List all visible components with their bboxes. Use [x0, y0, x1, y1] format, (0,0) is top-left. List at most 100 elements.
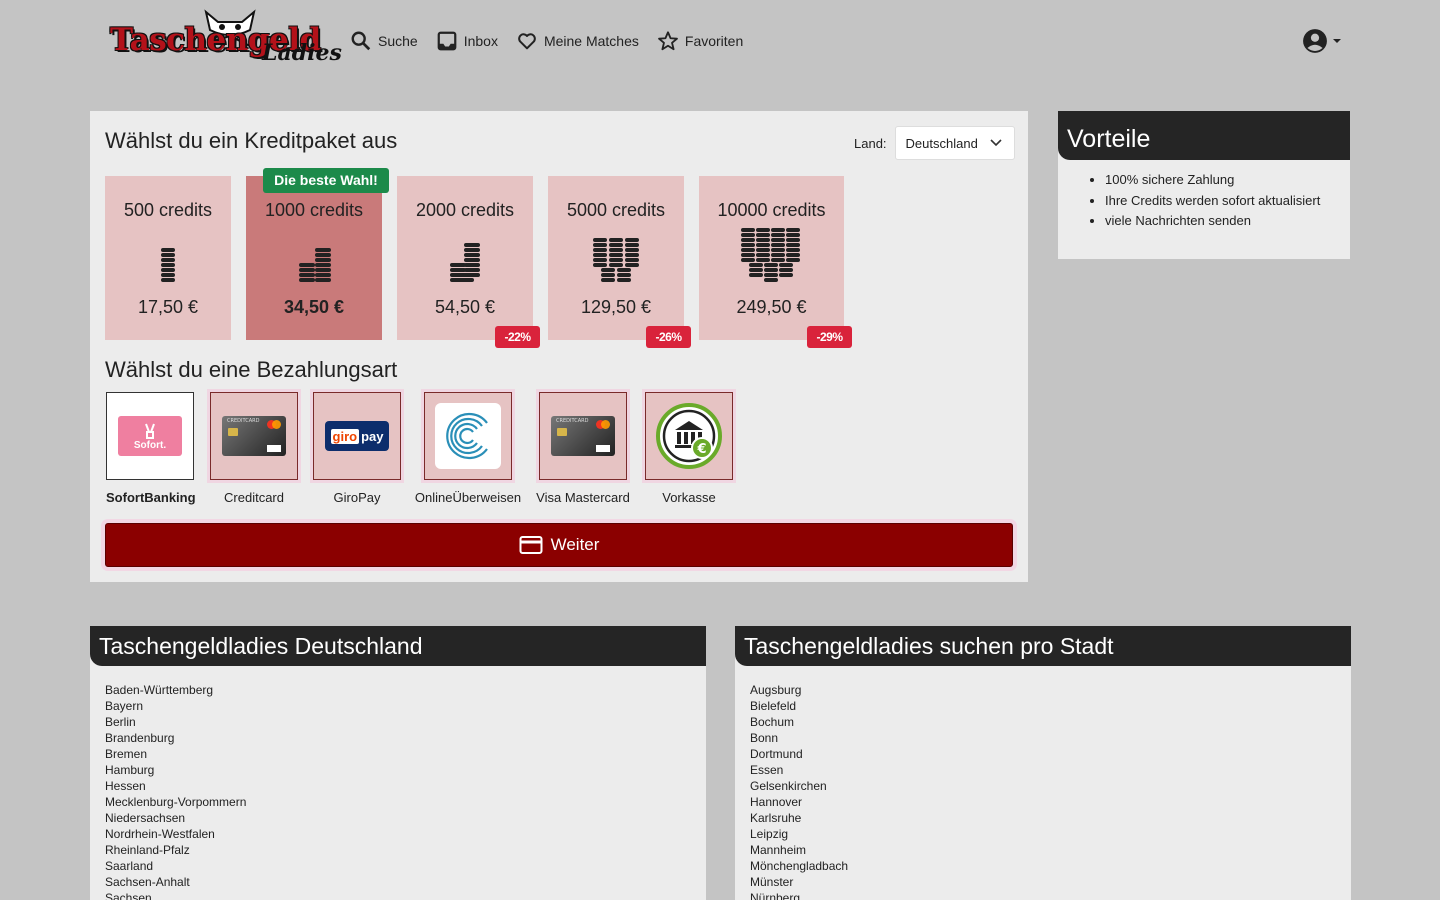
payment-visa-mastercard[interactable]: CREDITCARD	[539, 392, 627, 480]
coin-stack-icon	[450, 243, 480, 282]
city-link[interactable]: Bonn	[750, 730, 1351, 746]
city-link[interactable]: Bochum	[750, 714, 1351, 730]
state-link[interactable]: Berlin	[105, 714, 706, 730]
best-choice-badge: Die beste Wahl!	[263, 168, 389, 193]
city-link[interactable]: Münster	[750, 874, 1351, 890]
benefit-item: viele Nachrichten senden	[1105, 211, 1350, 232]
svg-text:€: €	[696, 442, 706, 457]
header: Taschengeld Ladies Suche Inbox Meine Mat…	[0, 0, 1440, 82]
city-link[interactable]: Gelsenkirchen	[750, 778, 1351, 794]
nav-matches-label: Meine Matches	[543, 33, 639, 49]
payment-label-visa-mastercard: Visa Mastercard	[536, 490, 630, 505]
state-link[interactable]: Mecklenburg-Vorpommern	[105, 794, 706, 810]
state-link[interactable]: Nordrhein-Westfalen	[105, 826, 706, 842]
nav-matches[interactable]: Meine Matches	[516, 28, 639, 54]
payment-label-onlineueberweisen: OnlineÜberweisen	[414, 490, 522, 505]
package-5000[interactable]: 5000 credits 129,50 €	[548, 176, 684, 340]
state-link[interactable]: Bayern	[105, 698, 706, 714]
credit-card-logo: CREDITCARD	[551, 416, 615, 456]
site-logo[interactable]: Taschengeld Ladies	[108, 8, 342, 70]
country-select[interactable]: Deutschland	[894, 126, 1015, 160]
nav-inbox[interactable]: Inbox	[436, 28, 498, 54]
account-menu[interactable]	[1302, 28, 1342, 54]
state-link[interactable]: Rheinland-Pfalz	[105, 842, 706, 858]
city-link[interactable]: Augsburg	[750, 682, 1351, 698]
package-10000[interactable]: 10000 credits 249,50 €	[699, 176, 844, 340]
state-link[interactable]: Sachsen-Anhalt	[105, 874, 706, 890]
payment-label-vorkasse: Vorkasse	[662, 490, 716, 505]
main-nav: Suche Inbox Meine Matches Favoriten	[350, 28, 743, 54]
country-select-value: Deutschland	[905, 135, 978, 151]
state-link[interactable]: Brandenburg	[105, 730, 706, 746]
online-ueberweisen-logo	[435, 403, 501, 469]
giropay-logo-pay: pay	[361, 428, 384, 444]
city-link[interactable]: Hannover	[750, 794, 1351, 810]
continue-button-label: Weiter	[550, 535, 600, 554]
package-500[interactable]: 500 credits 17,50 €	[105, 176, 231, 340]
bank-euro-icon: €	[656, 403, 722, 469]
package-price: 249,50 €	[736, 297, 807, 317]
city-link[interactable]: Karlsruhe	[750, 810, 1351, 826]
continue-button[interactable]: Weiter	[105, 523, 1013, 567]
city-link[interactable]: Bielefeld	[750, 698, 1351, 714]
payment-onlineueberweisen[interactable]	[424, 392, 512, 480]
payment-sofortbanking[interactable]: Sofort.	[106, 392, 194, 480]
package-price: 129,50 €	[580, 297, 652, 317]
state-link[interactable]: Hessen	[105, 778, 706, 794]
package-price: 34,50 €	[283, 297, 345, 317]
giropay-logo: giro pay	[325, 421, 389, 451]
payment-giropay[interactable]: giro pay	[313, 392, 401, 480]
benefits-title: Vorteile	[1058, 111, 1350, 160]
package-price: 17,50 €	[137, 297, 199, 317]
nav-inbox-label: Inbox	[463, 33, 498, 49]
card-logo-text: CREDITCARD	[556, 418, 589, 424]
checkout-panel: Wählst du ein Kreditpaket aus Land: Deut…	[90, 111, 1028, 582]
package-2000[interactable]: 2000 credits 54,50 €	[397, 176, 533, 340]
city-link[interactable]: Dortmund	[750, 746, 1351, 762]
nav-favorites-label: Favoriten	[684, 33, 744, 49]
city-link[interactable]: Nürnberg	[750, 890, 1351, 900]
city-link[interactable]: Mönchengladbach	[750, 858, 1351, 874]
nav-search[interactable]: Suche	[350, 28, 418, 54]
logo-word-ladies: Ladies	[262, 40, 342, 66]
caret-down-icon	[1333, 39, 1341, 43]
payment-label-sofortbanking: SofortBanking	[106, 490, 196, 505]
country-label: Land:	[854, 135, 887, 151]
mastercard-icon	[596, 420, 610, 429]
credit-package-heading: Wählst du ein Kreditpaket aus	[105, 128, 398, 153]
package-title: 500 credits	[123, 200, 213, 220]
payment-vorkasse[interactable]: €	[645, 392, 733, 480]
nav-search-label: Suche	[378, 33, 418, 49]
payment-label-creditcard: Creditcard	[224, 490, 284, 505]
mastercard-icon	[267, 420, 281, 429]
benefits-list: 100% sichere Zahlung Ihre Credits werden…	[1058, 160, 1350, 232]
city-link[interactable]: Leipzig	[750, 826, 1351, 842]
benefit-item: Ihre Credits werden sofort aktualisiert	[1105, 191, 1350, 212]
benefit-item: 100% sichere Zahlung	[1105, 170, 1350, 191]
payment-creditcard[interactable]: CREDITCARD	[210, 392, 298, 480]
package-title: 10000 credits	[717, 200, 826, 220]
cities-list: Augsburg Bielefeld Bochum Bonn Dortmund …	[735, 666, 1351, 900]
card-logo-text: CREDITCARD	[227, 418, 260, 424]
state-link[interactable]: Hamburg	[105, 762, 706, 778]
nav-favorites[interactable]: Favoriten	[657, 28, 743, 54]
package-1000[interactable]: 1000 credits 34,50 €	[246, 176, 382, 340]
state-link[interactable]: Bremen	[105, 746, 706, 762]
state-link[interactable]: Saarland	[105, 858, 706, 874]
benefits-panel: Vorteile 100% sichere Zahlung Ihre Credi…	[1058, 111, 1350, 259]
package-title: 5000 credits	[566, 200, 666, 220]
coin-stack-icon	[161, 248, 175, 282]
state-link[interactable]: Sachsen	[105, 890, 706, 900]
victory-hand-icon	[145, 423, 155, 439]
state-link[interactable]: Baden-Württemberg	[105, 682, 706, 698]
state-link[interactable]: Niedersachsen	[105, 810, 706, 826]
star-icon	[657, 31, 678, 51]
payment-method-heading: Wählst du eine Bezahlungsart	[105, 357, 398, 382]
city-link[interactable]: Essen	[750, 762, 1351, 778]
payment-label-giropay: GiroPay	[333, 490, 381, 505]
inbox-icon	[437, 31, 457, 51]
card-chip-icon	[557, 428, 567, 436]
city-link[interactable]: Mannheim	[750, 842, 1351, 858]
country-select-group: Land: Deutschland	[854, 126, 1015, 160]
coin-stack-icon	[299, 248, 331, 282]
